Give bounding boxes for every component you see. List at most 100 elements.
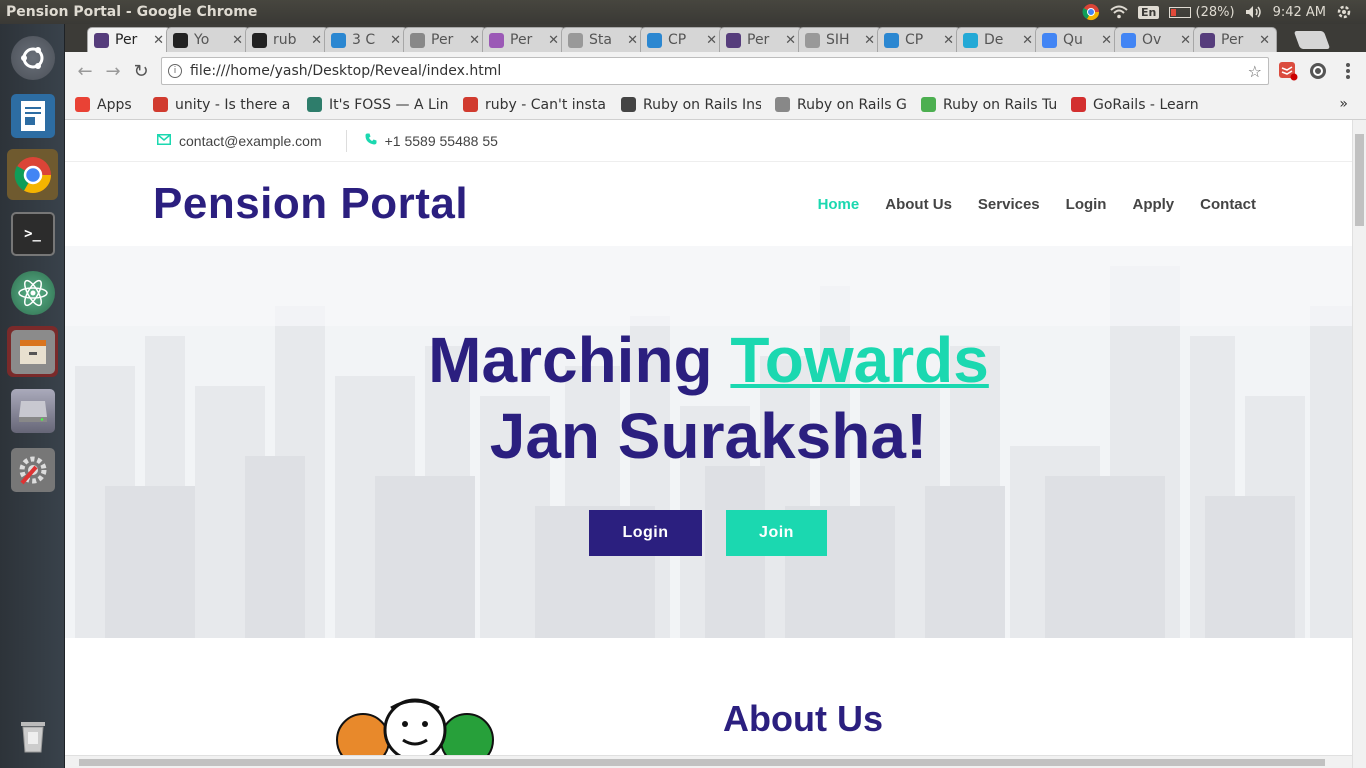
tab-label: rub xyxy=(273,32,297,48)
todoist-extension-icon[interactable] xyxy=(1277,60,1299,82)
bookmark-item[interactable]: unity - Is there a xyxy=(153,97,293,113)
tab[interactable]: Yo ✕ xyxy=(166,27,250,52)
site-logo[interactable]: Pension Portal xyxy=(153,179,468,229)
contact-email-text: contact@example.com xyxy=(179,132,322,149)
reload-button[interactable]: ↻ xyxy=(127,57,155,85)
nav-link-home[interactable]: Home xyxy=(818,196,860,213)
vertical-scroll-thumb[interactable] xyxy=(1355,134,1364,226)
forward-button[interactable]: → xyxy=(99,57,127,85)
launcher-writer[interactable] xyxy=(7,90,58,141)
battery-percent: (28%) xyxy=(1195,4,1235,20)
tab-close-icon[interactable]: ✕ xyxy=(1259,33,1270,48)
launcher-terminal[interactable]: >_ xyxy=(7,208,58,259)
tab-close-icon[interactable]: ✕ xyxy=(469,33,480,48)
tab[interactable]: rub ✕ xyxy=(245,27,329,52)
hero-login-button[interactable]: Login xyxy=(589,510,702,556)
address-bar[interactable]: i file:///home/yash/Desktop/Reveal/index… xyxy=(161,57,1269,85)
tab-close-icon[interactable]: ✕ xyxy=(864,33,875,48)
tab[interactable]: SIH ✕ xyxy=(798,27,882,52)
site-info-icon[interactable]: i xyxy=(168,64,182,78)
bookmark-item[interactable]: Ruby on Rails Tu xyxy=(921,97,1057,113)
clock[interactable]: 9:42 AM xyxy=(1273,5,1326,20)
tab-close-icon[interactable]: ✕ xyxy=(390,33,401,48)
nav-link-about-us[interactable]: About Us xyxy=(885,196,952,213)
launcher-atom[interactable] xyxy=(7,267,58,318)
tab-close-icon[interactable]: ✕ xyxy=(785,33,796,48)
reload-icon: ↻ xyxy=(133,60,149,82)
bookmarks-overflow-button[interactable]: » xyxy=(1339,96,1348,112)
url-text[interactable]: file:///home/yash/Desktop/Reveal/index.h… xyxy=(190,63,1248,79)
nav-link-services[interactable]: Services xyxy=(978,196,1040,213)
launcher-ubuntu-dash[interactable] xyxy=(7,32,58,83)
launcher-chrome[interactable] xyxy=(7,149,58,200)
wifi-icon[interactable] xyxy=(1110,5,1128,19)
tab-label: Per xyxy=(115,32,138,48)
tab[interactable]: De ✕ xyxy=(956,27,1040,52)
page-icon xyxy=(805,32,820,48)
system-tray: En (28%) 9:42 AM xyxy=(1082,3,1366,21)
keyboard-language-indicator[interactable]: En xyxy=(1138,5,1160,19)
writer-document-icon xyxy=(10,93,55,138)
tab-close-icon[interactable]: ✕ xyxy=(706,33,717,48)
tab[interactable]: Per ✕ xyxy=(403,27,487,52)
chrome-menu-icon[interactable] xyxy=(1337,60,1359,82)
new-tab-button[interactable] xyxy=(1293,31,1331,49)
tab[interactable]: Per ✕ xyxy=(482,27,566,52)
tab[interactable]: Per ✕ xyxy=(87,27,171,52)
tab[interactable]: Qu ✕ xyxy=(1035,27,1119,52)
nav-link-login[interactable]: Login xyxy=(1066,196,1107,213)
horizontal-scrollbar[interactable] xyxy=(65,755,1352,768)
youtube-icon xyxy=(173,32,188,48)
tab[interactable]: CP ✕ xyxy=(640,27,724,52)
tab-close-icon[interactable]: ✕ xyxy=(548,33,559,48)
nav-link-contact[interactable]: Contact xyxy=(1200,196,1256,213)
launcher-disk[interactable] xyxy=(7,385,58,436)
tab-close-icon[interactable]: ✕ xyxy=(1180,33,1191,48)
launcher-trash[interactable] xyxy=(7,710,58,761)
bookmark-item[interactable]: ruby - Can't insta xyxy=(463,97,607,113)
hero-section: Marching Towards Jan Suraksha! Login Joi… xyxy=(65,246,1352,638)
tab-close-icon[interactable]: ✕ xyxy=(311,33,322,48)
volume-icon[interactable] xyxy=(1245,5,1263,19)
github-icon xyxy=(252,32,267,48)
tab[interactable]: CP ✕ xyxy=(877,27,961,52)
bookmark-label: GoRails - Learn R xyxy=(1093,96,1201,113)
contact-phone[interactable]: +1 5589 55488 55 xyxy=(365,133,498,149)
chrome-tray-icon[interactable] xyxy=(1082,3,1100,21)
m-icon xyxy=(963,32,978,48)
bookmark-star-icon[interactable]: ☆ xyxy=(1248,62,1262,81)
power-gear-icon[interactable] xyxy=(1336,4,1352,20)
back-button[interactable]: ← xyxy=(71,57,99,85)
tab-close-icon[interactable]: ✕ xyxy=(1022,33,1033,48)
unity-launcher: >_ xyxy=(0,24,65,768)
tab-close-icon[interactable]: ✕ xyxy=(1101,33,1112,48)
launcher-settings[interactable] xyxy=(7,444,58,495)
bookmark-item[interactable]: Ruby on Rails Ins xyxy=(621,97,761,113)
tab-close-icon[interactable]: ✕ xyxy=(943,33,954,48)
tab[interactable]: Sta ✕ xyxy=(561,27,645,52)
tab[interactable]: Per ✕ xyxy=(1193,27,1277,52)
bookmark-item[interactable]: Ruby on Rails Gu xyxy=(775,97,907,113)
emblem-icon xyxy=(410,32,425,48)
tab-close-icon[interactable]: ✕ xyxy=(232,33,243,48)
gorails-icon xyxy=(1071,97,1086,112)
hero-join-button[interactable]: Join xyxy=(726,510,827,556)
tab-strip: Per ✕ Yo ✕ rub ✕ 3 C ✕ Per ✕ Per ✕ Sta ✕ CP ✕ Per ✕ SIH ✕ CP… xyxy=(65,24,1366,52)
nav-link-apply[interactable]: Apply xyxy=(1132,196,1174,213)
extension-circle-icon[interactable] xyxy=(1307,60,1329,82)
bookmark-item[interactable]: Apps xyxy=(75,97,139,113)
tab-close-icon[interactable]: ✕ xyxy=(153,33,164,48)
tab[interactable]: Ov ✕ xyxy=(1114,27,1198,52)
vertical-scrollbar[interactable] xyxy=(1352,120,1366,768)
battery-indicator[interactable]: (28%) xyxy=(1169,4,1235,20)
launcher-files[interactable] xyxy=(7,326,58,377)
window-title: Pension Portal - Google Chrome xyxy=(6,4,258,20)
tab[interactable]: Per ✕ xyxy=(719,27,803,52)
tab[interactable]: 3 C ✕ xyxy=(324,27,408,52)
bookmark-item[interactable]: It's FOSS — A Lin xyxy=(307,97,449,113)
bookmark-item[interactable]: GoRails - Learn R xyxy=(1071,97,1201,113)
tab-close-icon[interactable]: ✕ xyxy=(627,33,638,48)
bookmark-label: unity - Is there a xyxy=(175,96,291,113)
contact-email[interactable]: contact@example.com xyxy=(157,133,322,149)
horizontal-scroll-thumb[interactable] xyxy=(79,759,1325,766)
